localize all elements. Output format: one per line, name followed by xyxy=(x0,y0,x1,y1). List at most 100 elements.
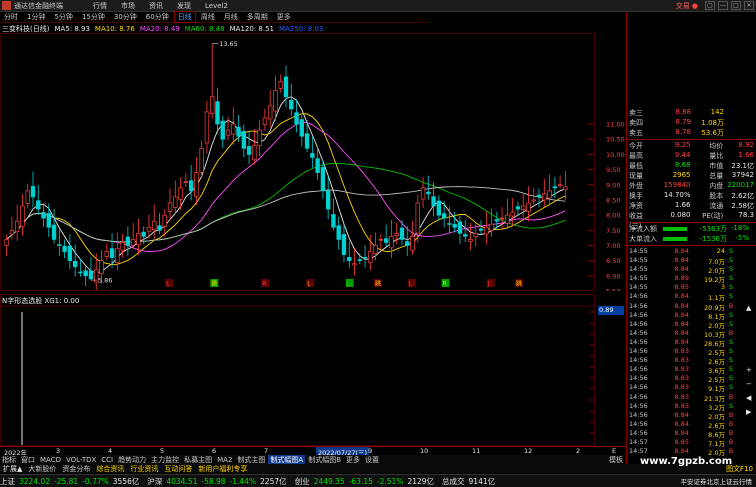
candle-body xyxy=(188,180,194,192)
tick-price: 8.84 xyxy=(674,265,689,274)
close-button[interactable]: ✕ xyxy=(744,1,754,10)
expand-tab[interactable]: 扩展▲ xyxy=(0,464,25,474)
low-label: 5.86 xyxy=(98,277,112,285)
period-tab[interactable]: 周线 xyxy=(197,11,219,23)
candle-body xyxy=(130,239,136,246)
zoom-in-icon[interactable]: + xyxy=(746,366,752,374)
candle-body xyxy=(262,117,268,126)
tick-side: S xyxy=(728,383,734,392)
indicator-tab[interactable]: MACD xyxy=(38,456,63,464)
total-volume-value: 9141亿 xyxy=(468,476,496,486)
menu-discover[interactable]: 发现 xyxy=(177,1,191,11)
candle-body xyxy=(257,129,262,147)
kline-chart[interactable]: 11.00 10.50 10.00 9.50 9.00 8.50 8.00 7.50 7.00 6… xyxy=(0,33,626,291)
indicator-tab[interactable]: 更多 xyxy=(344,455,362,465)
minimize-button[interactable]: — xyxy=(718,1,728,10)
scroll-left-icon[interactable]: ◀ xyxy=(746,394,751,402)
maximize-button[interactable]: □ xyxy=(731,1,741,10)
period-tab[interactable]: 30分钟 xyxy=(110,11,141,23)
period-tab-more[interactable]: 更多 xyxy=(273,11,295,23)
tick-price: 8.84 xyxy=(674,410,689,419)
period-tab[interactable]: 5分钟 xyxy=(50,11,76,23)
info-tab[interactable]: 资金分布 xyxy=(59,464,93,474)
tick-list[interactable]: 14:55 8.84 24 S 14:55 8.84 7.0万 S 14:55 8.84 2.0万 S… xyxy=(627,247,756,457)
ask-row[interactable]: 卖三 8.88 142 xyxy=(627,108,756,118)
server-status[interactable]: 平安证券北京上证云行情 xyxy=(681,476,753,486)
info-tab[interactable]: 新用户福利专享 xyxy=(195,464,250,474)
period-tab[interactable]: 多周期 xyxy=(243,11,272,23)
candle-body xyxy=(441,213,447,219)
index-change: -63.15 xyxy=(348,476,373,486)
index-hs-label[interactable]: 沪深 xyxy=(147,476,162,487)
tick-side: B xyxy=(728,437,734,446)
candle-body xyxy=(473,232,478,238)
menu-market[interactable]: 行情 xyxy=(93,1,107,11)
period-tab[interactable]: 月线 xyxy=(220,11,242,23)
menu-board[interactable]: 市场 xyxy=(121,1,135,11)
candle-body xyxy=(436,200,442,216)
period-tab[interactable]: 1分钟 xyxy=(23,11,49,23)
signal-label: J xyxy=(487,281,490,288)
menu-news[interactable]: 资讯 xyxy=(149,1,163,11)
indicator-tab[interactable]: 设置 xyxy=(363,455,381,465)
info-tab[interactable]: 综合资讯 xyxy=(93,464,127,474)
candle-body xyxy=(215,101,220,125)
period-tab-active[interactable]: 日线 xyxy=(173,11,196,23)
index-sh-label[interactable]: 上证 xyxy=(0,476,15,487)
candle-body xyxy=(67,245,73,261)
candle-body xyxy=(531,199,536,202)
high-label: 13.65 xyxy=(219,40,238,48)
tick-side: S xyxy=(728,274,734,283)
period-tab[interactable]: 15分钟 xyxy=(78,11,109,23)
ma10-label: MA10: 8.76 xyxy=(94,24,135,33)
indicator-chart[interactable] xyxy=(0,294,626,446)
candle-body xyxy=(315,158,320,173)
info-tab[interactable]: 行业资讯 xyxy=(127,464,161,474)
ask-price: 8.78 xyxy=(675,128,691,136)
info-tab[interactable]: 互动问答 xyxy=(161,464,195,474)
tick-price: 8.84 xyxy=(674,447,689,456)
scroll-right-icon[interactable]: ▶ xyxy=(746,408,751,416)
indicator-tab[interactable]: CCI xyxy=(99,456,115,464)
tick-row: 14:56 8.84 28.6万 S xyxy=(627,337,756,348)
index-cy-label[interactable]: 创业 xyxy=(295,476,310,487)
indicator-tab[interactable]: VOL-TDX xyxy=(64,456,98,464)
zoom-out-icon[interactable]: − xyxy=(746,380,752,388)
candle-body xyxy=(36,200,41,210)
tick-price: 8.84 xyxy=(674,247,689,255)
ask-row[interactable]: 卖五 8.78 53.6万 xyxy=(627,128,756,138)
indicator-tab-active[interactable]: 制式幅图A xyxy=(268,454,306,465)
restore-icon[interactable]: ▢ xyxy=(705,1,715,10)
stat-value: 9.25 xyxy=(674,141,691,149)
ask-list: 卖三 8.88 142 卖四 8.79 1.08万 卖五 8.78 53.6万 xyxy=(627,108,756,138)
stat-key: 收益(三) xyxy=(629,212,643,230)
tick-row: 14:56 8.83 3.2万 S xyxy=(627,402,756,412)
signal-label: R xyxy=(262,281,266,288)
stat-value: 9.44 xyxy=(674,151,691,159)
candle-body xyxy=(563,186,568,191)
ask-row[interactable]: 卖四 8.79 1.08万 xyxy=(627,118,756,128)
candle-body xyxy=(115,248,120,263)
menu-level2[interactable]: Level2 xyxy=(205,2,228,10)
period-tab[interactable]: 分时 xyxy=(0,11,22,23)
trade-button[interactable]: 交易 xyxy=(676,1,690,11)
tick-side: S xyxy=(728,310,734,319)
tick-price: 8.83 xyxy=(674,365,689,374)
template-button[interactable]: 模板 xyxy=(607,455,625,465)
stat-value: 14.70% xyxy=(663,191,691,199)
flow-pct: -5% xyxy=(735,234,749,242)
scroll-up-icon[interactable]: ▲ xyxy=(746,304,751,312)
tick-time: 14:55 xyxy=(629,283,648,292)
indicator-tab[interactable]: MA2 xyxy=(215,456,234,464)
info-tab[interactable]: 大新股价 xyxy=(25,464,59,474)
tick-volume: 2.0万 xyxy=(708,321,725,330)
tick-price: 8.84 xyxy=(674,310,689,319)
period-tab[interactable]: 60分钟 xyxy=(142,11,173,23)
y-tick-label: 10.00 xyxy=(606,151,625,159)
indicator-tab[interactable]: 制式幅图B xyxy=(306,455,343,465)
flow-value: -5363万 xyxy=(699,225,727,233)
candle-body xyxy=(405,241,410,246)
app-title: 通达信金融终端 xyxy=(14,1,63,10)
tick-side: S xyxy=(728,337,734,346)
y-tick-label: 7.00 xyxy=(606,242,620,250)
